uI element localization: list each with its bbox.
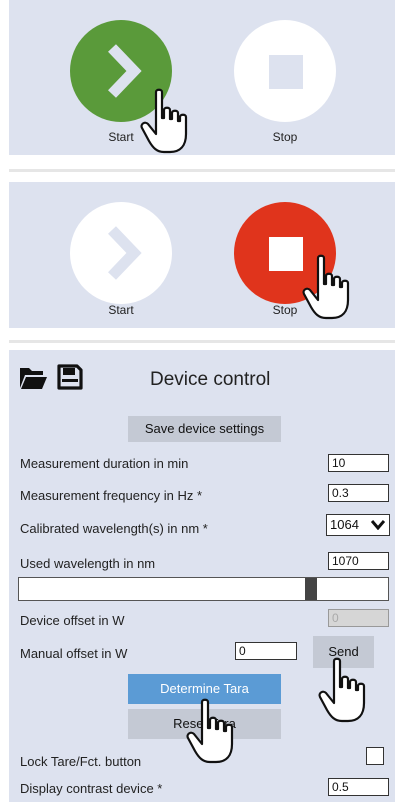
measurement-frequency-input[interactable]: 0.3 bbox=[328, 484, 389, 502]
calibrated-wavelength-select[interactable]: 1064 bbox=[326, 514, 390, 536]
hand-pointer-icon bbox=[140, 88, 188, 154]
separator bbox=[9, 340, 395, 343]
start-label: Start bbox=[108, 303, 134, 317]
used-wavelength-input[interactable]: 1070 bbox=[328, 552, 389, 570]
stop-square-icon bbox=[269, 55, 303, 89]
start-button[interactable] bbox=[70, 202, 172, 304]
floppy-disk-icon[interactable] bbox=[56, 363, 84, 391]
wavelength-slider-thumb[interactable] bbox=[305, 578, 317, 600]
lock-tare-label: Lock Tare/Fct. button bbox=[20, 754, 142, 769]
lock-tare-checkbox[interactable] bbox=[366, 747, 384, 765]
hand-pointer-icon bbox=[302, 254, 350, 320]
wavelength-slider[interactable] bbox=[18, 577, 389, 601]
stop-square-icon bbox=[269, 237, 303, 271]
calibrated-wavelength-label: Calibrated wavelength(s) in nm * bbox=[20, 521, 208, 536]
used-wavelength-label: Used wavelength in nm bbox=[20, 556, 156, 571]
start-stop-panel-start-active: Start Stop bbox=[9, 0, 395, 155]
measurement-duration-input[interactable]: 10 bbox=[328, 454, 389, 472]
calibrated-wavelength-value: 1064 bbox=[330, 517, 359, 532]
display-contrast-label: Display contrast device * bbox=[20, 781, 163, 796]
separator bbox=[9, 169, 395, 172]
save-device-settings-button[interactable]: Save device settings bbox=[128, 416, 281, 442]
device-offset-input: 0 bbox=[328, 609, 389, 627]
stop-button[interactable] bbox=[234, 20, 336, 122]
stop-label: Stop bbox=[272, 130, 298, 144]
hand-pointer-icon bbox=[318, 657, 366, 723]
start-stop-panel-stop-active: Start Stop bbox=[9, 182, 395, 328]
device-offset-label: Device offset in W bbox=[20, 613, 125, 628]
hand-pointer-icon bbox=[186, 698, 234, 764]
measurement-duration-label: Measurement duration in min bbox=[20, 456, 189, 471]
chevron-down-icon bbox=[371, 520, 385, 530]
manual-offset-input[interactable]: 0 bbox=[235, 642, 297, 660]
chevron-right-icon bbox=[108, 226, 142, 280]
measurement-frequency-label: Measurement frequency in Hz * bbox=[20, 488, 203, 503]
manual-offset-label: Manual offset in W bbox=[20, 646, 128, 661]
display-contrast-input[interactable]: 0.5 bbox=[328, 778, 389, 796]
folder-open-icon[interactable] bbox=[18, 364, 48, 390]
device-control-title: Device control bbox=[150, 369, 271, 390]
